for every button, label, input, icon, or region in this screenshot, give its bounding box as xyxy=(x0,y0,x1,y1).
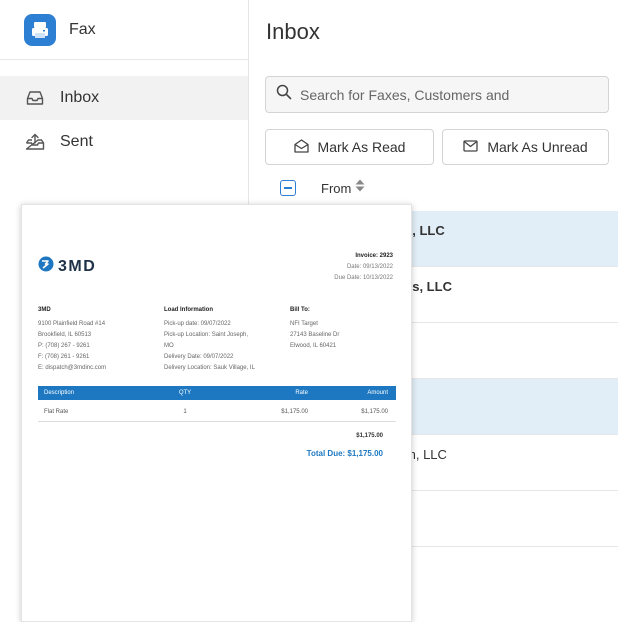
search-input[interactable] xyxy=(300,86,600,103)
line-qty: 1 xyxy=(183,409,187,415)
bill-heading: Bill To: xyxy=(290,307,310,313)
logo-text: 3MD xyxy=(58,257,97,275)
header-rate: Rate xyxy=(295,390,308,396)
invoice-subtotal: $1,175.00 xyxy=(356,433,383,439)
company-logo: 3MD xyxy=(38,256,96,277)
from-line: P: (708) 267 - 9261 xyxy=(38,343,90,349)
search-icon xyxy=(276,84,292,105)
invoice-meta: Invoice: 2923 Date: 09/13/2022 Due Date:… xyxy=(334,251,393,284)
mark-as-unread-label: Mark As Unread xyxy=(487,139,588,155)
envelope-open-icon xyxy=(293,138,309,156)
load-heading: Load Information xyxy=(164,307,213,313)
bill-to: Bill To: NFI Target 27143 Baseline Dr El… xyxy=(290,305,398,374)
invoice-number: Invoice: 2923 xyxy=(355,253,393,259)
line-rate: $1,175.00 xyxy=(281,409,308,415)
from-line: F: (708) 261 - 9261 xyxy=(38,354,90,360)
from-line: E: dispatch@3mdinc.com xyxy=(38,365,107,371)
load-line: Pick-up date: 09/07/2022 xyxy=(164,321,231,327)
from-line: Brookfield, IL 60513 xyxy=(38,332,92,338)
list-header: From xyxy=(280,178,365,198)
load-line: MO xyxy=(164,343,174,349)
header-description: Description xyxy=(44,390,75,396)
invoice-due-date: Due Date: 10/13/2022 xyxy=(334,275,393,281)
select-all-checkbox[interactable] xyxy=(280,180,296,196)
app-name: Fax xyxy=(69,20,96,38)
fax-app-icon xyxy=(24,13,56,46)
sidebar-item-sent[interactable]: Sent xyxy=(0,120,248,164)
page-title: Inbox xyxy=(266,19,320,44)
from-line: 9100 Plainfield Road #14 xyxy=(38,321,106,327)
header-qty: QTY xyxy=(178,390,192,396)
mark-as-read-label: Mark As Read xyxy=(317,139,406,155)
invoice-line-item: Flat Rate 1 $1,175.00 $1,175.00 xyxy=(38,405,396,419)
logo-mark-icon xyxy=(38,256,54,277)
invoice-table-header: Description QTY Rate Amount xyxy=(38,386,396,400)
row-sender: cs, LLC xyxy=(405,279,452,294)
load-line: Delivery Date: 09/07/2022 xyxy=(164,354,234,360)
mark-as-read-button[interactable]: Mark As Read xyxy=(265,129,434,165)
line-amount: $1,175.00 xyxy=(361,409,388,415)
bill-line: 27143 Baseline Dr xyxy=(290,332,340,338)
invoice-preview: 3MD Invoice: 2923 Date: 09/13/2022 Due D… xyxy=(21,204,412,622)
sidebar-nav: Inbox Sent xyxy=(0,76,248,164)
sidebar-item-label: Inbox xyxy=(60,89,100,106)
invoice-details: 3MD 9100 Plainfield Road #14 Brookfield,… xyxy=(38,305,398,374)
load-line: Delivery Location: Sauk Village, IL xyxy=(164,365,255,371)
bill-line: NFI Target xyxy=(290,321,318,327)
sidebar-item-inbox[interactable]: Inbox xyxy=(0,76,248,120)
invoice-date: Date: 09/13/2022 xyxy=(346,264,393,270)
bill-line: Elwood, IL 60421 xyxy=(290,343,337,349)
search-box[interactable] xyxy=(265,76,609,113)
from-address: 3MD 9100 Plainfield Road #14 Brookfield,… xyxy=(38,305,164,374)
sidebar-item-label: Sent xyxy=(60,133,93,150)
from-heading: 3MD xyxy=(38,307,51,313)
line-description: Flat Rate xyxy=(44,409,69,415)
envelope-icon xyxy=(463,139,478,155)
table-divider xyxy=(38,421,396,422)
header-amount: Amount xyxy=(367,390,388,396)
sort-icon[interactable] xyxy=(355,179,365,197)
mark-as-unread-button[interactable]: Mark As Unread xyxy=(442,129,609,165)
invoice-total-due: Total Due: $1,175.00 xyxy=(306,449,383,458)
sort-from-label[interactable]: From xyxy=(321,181,351,196)
sent-tray-icon xyxy=(24,131,46,153)
inbox-tray-icon xyxy=(24,87,46,109)
load-information: Load Information Pick-up date: 09/07/202… xyxy=(164,305,290,374)
load-line: Pick-up Location: Saint Joseph, xyxy=(164,332,249,338)
brand-header: Fax xyxy=(0,0,248,60)
